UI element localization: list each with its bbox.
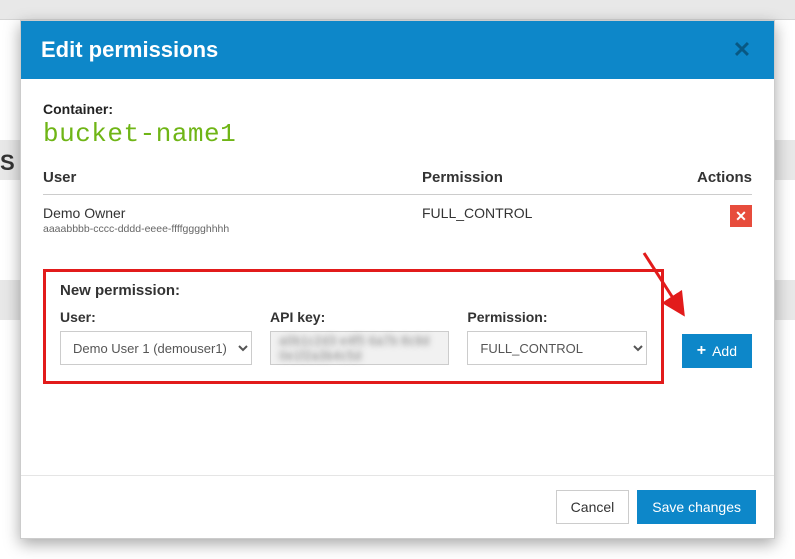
container-name: bucket-name1	[43, 119, 752, 149]
save-button-label: Save changes	[652, 499, 741, 515]
new-permission-box: New permission: User: Demo User 1 (demou…	[43, 269, 664, 384]
add-button[interactable]: + Add	[682, 334, 752, 368]
close-button[interactable]: ✕	[730, 38, 754, 62]
dialog-header: Edit permissions ✕	[21, 21, 774, 79]
cancel-button[interactable]: Cancel	[556, 490, 630, 524]
close-icon: ✕	[733, 37, 751, 63]
table-row: Demo Owner aaaabbbb-cccc-dddd-eeee-ffffg…	[43, 195, 752, 244]
col-header-user: User	[43, 163, 422, 195]
cancel-button-label: Cancel	[571, 499, 615, 515]
new-permission-area: New permission: User: Demo User 1 (demou…	[43, 269, 752, 384]
dialog-footer: Cancel Save changes	[21, 475, 774, 538]
field-permission: Permission: FULL_CONTROL	[467, 309, 646, 365]
background-page-title: S	[0, 150, 15, 176]
api-key-display: a0b1c2d3 e4f5 6a7b 8c9d 0e1f2a3b4c5d	[270, 331, 449, 365]
row-permission: FULL_CONTROL	[422, 195, 682, 244]
dialog-title: Edit permissions	[41, 37, 218, 63]
row-user-id: aaaabbbb-cccc-dddd-eeee-ffffgggghhhh	[43, 223, 422, 235]
col-header-permission: Permission	[422, 163, 682, 195]
add-button-label: Add	[712, 343, 737, 359]
delete-permission-button[interactable]: ✕	[730, 205, 752, 227]
field-api-key: API key: a0b1c2d3 e4f5 6a7b 8c9d 0e1f2a3…	[270, 309, 449, 365]
user-select[interactable]: Demo User 1 (demouser1)	[60, 331, 252, 365]
user-label: User:	[60, 309, 252, 325]
new-permission-title: New permission:	[60, 282, 647, 299]
edit-permissions-dialog: Edit permissions ✕ Container: bucket-nam…	[20, 20, 775, 539]
field-user: User: Demo User 1 (demouser1)	[60, 309, 252, 365]
background-header	[0, 0, 795, 20]
api-key-label: API key:	[270, 309, 449, 325]
permission-select[interactable]: FULL_CONTROL	[467, 331, 646, 365]
save-changes-button[interactable]: Save changes	[637, 490, 756, 524]
permission-label: Permission:	[467, 309, 646, 325]
col-header-actions: Actions	[682, 163, 752, 195]
plus-icon: +	[697, 343, 706, 359]
dialog-body: Container: bucket-name1 User Permission …	[21, 79, 774, 475]
container-label: Container:	[43, 101, 752, 117]
permissions-table: User Permission Actions Demo Owner aaaab…	[43, 163, 752, 243]
row-user-name: Demo Owner	[43, 205, 422, 221]
delete-icon: ✕	[735, 208, 747, 225]
